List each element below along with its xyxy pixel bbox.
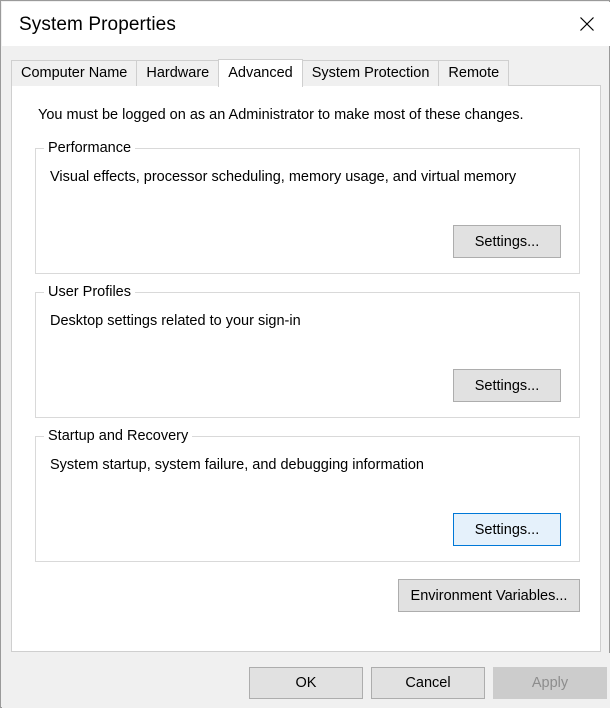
startup-recovery-description: System startup, system failure, and debu… (50, 457, 424, 473)
tab-system-protection[interactable]: System Protection (301, 60, 440, 86)
startup-recovery-group: Startup and Recovery System startup, sys… (35, 428, 580, 562)
close-icon[interactable] (564, 2, 610, 46)
ok-button[interactable]: OK (249, 667, 363, 699)
tab-strip: Computer Name Hardware Advanced System P… (11, 59, 510, 87)
system-properties-dialog: System Properties Computer Name Hardware… (0, 0, 610, 708)
tab-computer-name[interactable]: Computer Name (11, 60, 138, 86)
user-profiles-description: Desktop settings related to your sign-in (50, 313, 301, 329)
tab-hardware[interactable]: Hardware (136, 60, 220, 86)
window-title: System Properties (19, 14, 176, 35)
cancel-button[interactable]: Cancel (371, 667, 485, 699)
dialog-footer: OK Cancel Apply (2, 653, 610, 708)
performance-group-label: Performance (44, 140, 136, 156)
user-profiles-group-label: User Profiles (44, 284, 135, 300)
startup-recovery-settings-button[interactable]: Settings... (453, 513, 561, 546)
performance-settings-button[interactable]: Settings... (453, 225, 561, 258)
user-profiles-settings-button[interactable]: Settings... (453, 369, 561, 402)
administrator-note: You must be logged on as an Administrato… (38, 107, 524, 123)
user-profiles-group: User Profiles Desktop settings related t… (35, 284, 580, 418)
environment-variables-button[interactable]: Environment Variables... (398, 579, 580, 612)
apply-button: Apply (493, 667, 607, 699)
performance-description: Visual effects, processor scheduling, me… (50, 169, 517, 185)
tab-remote[interactable]: Remote (438, 60, 510, 86)
performance-group: Performance Visual effects, processor sc… (35, 140, 580, 274)
advanced-tab-panel: You must be logged on as an Administrato… (11, 85, 601, 652)
title-bar: System Properties (2, 2, 610, 46)
startup-recovery-group-label: Startup and Recovery (44, 428, 193, 444)
tab-advanced[interactable]: Advanced (218, 59, 303, 87)
